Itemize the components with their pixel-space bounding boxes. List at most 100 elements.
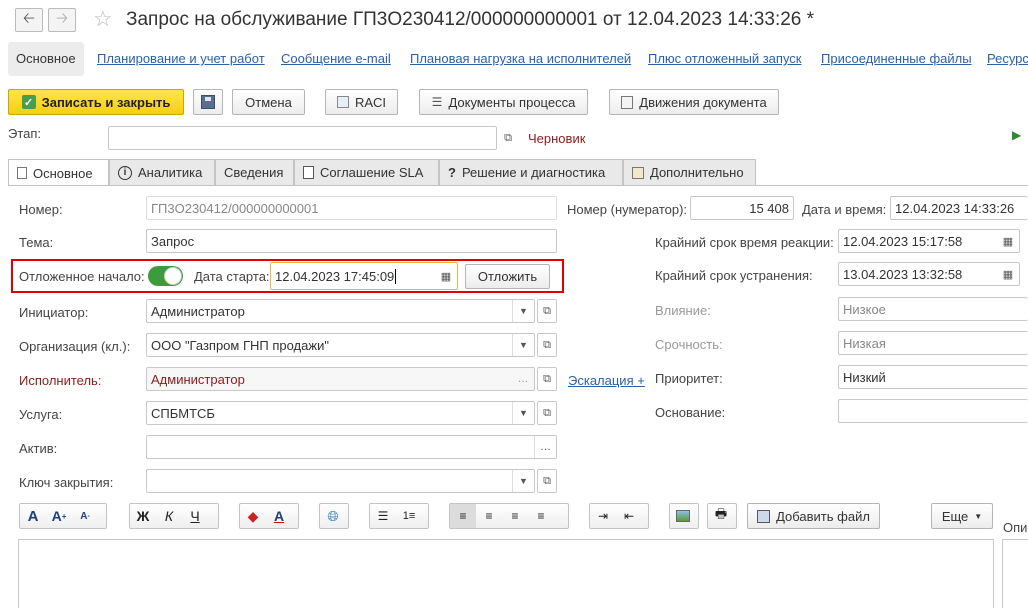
deferred-start-toggle[interactable] (148, 266, 183, 286)
defer-button[interactable]: Отложить (465, 264, 550, 289)
start-date-label: Дата старта: (194, 269, 270, 284)
font-normal-icon[interactable]: A (20, 504, 46, 528)
number-input[interactable]: ГП3О230412/000000000001 (146, 196, 557, 220)
organization-input[interactable]: ООО "Газпром ГНП продажи" ▼ (146, 333, 535, 357)
reaction-deadline-input[interactable]: 12.04.2023 15:17:58 ▦ (838, 229, 1020, 253)
resolve-deadline-input[interactable]: 13.04.2023 13:32:58 ▦ (838, 262, 1020, 286)
initiator-input[interactable]: Администратор ▼ (146, 299, 535, 323)
forward-button[interactable]: 🡢 (48, 8, 76, 32)
service-open-icon[interactable]: ⧉ (537, 401, 557, 425)
back-button[interactable]: 🡠 (15, 8, 43, 32)
align-justify-icon[interactable]: ≡ (528, 504, 554, 528)
arrow-right-icon: 🡢 (55, 9, 69, 27)
section-tab-deferred-launch[interactable]: Плюс отложенный запуск (648, 42, 802, 76)
italic-button[interactable]: К (156, 504, 182, 528)
align-right-icon[interactable]: ≡ (502, 504, 528, 528)
section-tab-attached-files[interactable]: Присоединенные файлы (821, 42, 972, 76)
section-tab-workload[interactable]: Плановая нагрузка на исполнителей (410, 42, 631, 76)
raci-icon (336, 96, 349, 108)
stage-open-icon[interactable]: ⧉ (498, 126, 518, 150)
executor-input[interactable]: Администратор … (146, 367, 535, 391)
comment-editor[interactable] (18, 539, 994, 608)
process-docs-button[interactable]: ☰ Документы процесса (419, 89, 588, 115)
stage-input[interactable] (108, 126, 497, 150)
organization-open-icon[interactable]: ⧉ (537, 333, 557, 357)
section-tab-resources[interactable]: Ресурс (987, 42, 1028, 76)
chevron-down-icon[interactable]: ▼ (512, 334, 534, 356)
numbered-list-icon[interactable]: 1≡ (396, 504, 422, 528)
checkmark-icon: ✓ (21, 95, 36, 109)
save-button[interactable] (193, 89, 223, 115)
print-button[interactable]: 🖶︎ (707, 503, 737, 529)
influence-input[interactable]: Низкое (838, 297, 1028, 321)
align-left-icon[interactable]: ≡ (450, 504, 476, 528)
start-date-input[interactable]: 12.04.2023 17:45:09 ▦ (270, 262, 458, 290)
link-button[interactable]: 🌐︎ (319, 503, 349, 529)
add-file-button[interactable]: Добавить файл (747, 503, 880, 529)
initiator-label: Инициатор: (19, 305, 89, 320)
font-increase-icon[interactable]: A + (46, 504, 72, 528)
raci-button[interactable]: RACI (325, 89, 398, 115)
font-size-group: A A + A- (19, 503, 107, 529)
calendar-icon[interactable]: ▦ (997, 230, 1019, 252)
section-tab-email[interactable]: Сообщение e-mail (281, 42, 391, 76)
section-tab-main[interactable]: Основное (8, 42, 84, 76)
color-group: ◆ A (239, 503, 299, 529)
resolve-deadline-label: Крайний срок устранения: (655, 268, 813, 283)
bullet-list-icon[interactable]: ☰ (370, 504, 396, 528)
chevron-down-icon[interactable]: ▼ (512, 300, 534, 322)
ellipsis-icon[interactable]: … (512, 368, 534, 390)
font-color-icon[interactable]: A (266, 504, 292, 528)
chevron-down-icon[interactable]: ▼ (512, 402, 534, 424)
cancel-button[interactable]: Отмена (232, 89, 305, 115)
ellipsis-icon[interactable]: … (534, 436, 556, 458)
indent-increase-icon[interactable]: ⇥ (590, 504, 616, 528)
numerator-input[interactable]: 15 408 (690, 196, 794, 220)
bold-button[interactable]: Ж (130, 504, 156, 528)
tab-info[interactable]: Сведения (215, 159, 294, 185)
basis-input[interactable] (838, 399, 1028, 423)
tab-analytics[interactable]: i Аналитика (109, 159, 215, 185)
description-field[interactable] (1002, 539, 1028, 608)
tab-main[interactable]: Основное (8, 159, 109, 186)
save-close-button[interactable]: ✓ Записать и закрыть (8, 89, 184, 115)
priority-input[interactable]: Низкий (838, 365, 1028, 389)
globe-icon: 🌐︎ (327, 507, 339, 524)
underline-button[interactable]: Ч (182, 504, 208, 528)
font-decrease-icon[interactable]: A- (72, 504, 98, 528)
stage-status: Черновик (528, 131, 586, 146)
initiator-open-icon[interactable]: ⧉ (537, 299, 557, 323)
doc-movements-button[interactable]: Движения документа (609, 89, 779, 115)
chevron-down-icon[interactable]: ▼ (512, 470, 534, 492)
play-icon[interactable]: ▶ (1012, 128, 1021, 142)
calendar-icon[interactable]: ▦ (435, 263, 457, 289)
report-icon (621, 95, 634, 109)
datetime-input[interactable]: 12.04.2023 14:33:26 (890, 196, 1028, 220)
tab-sla[interactable]: Соглашение SLA (294, 159, 439, 185)
influence-label: Влияние: (655, 303, 711, 318)
tab-solution[interactable]: ? Решение и диагностика (439, 159, 623, 185)
background-color-icon[interactable]: ◆ (240, 504, 266, 528)
organization-label: Организация (кл.): (19, 339, 131, 354)
basis-label: Основание: (655, 405, 726, 420)
asset-label: Актив: (19, 441, 58, 456)
subject-input[interactable]: Запрос (146, 229, 557, 253)
urgency-input[interactable]: Низкая (838, 331, 1028, 355)
text-style-group: Ж К Ч (129, 503, 219, 529)
escalation-link[interactable]: Эскалация + (568, 373, 645, 388)
indent-decrease-icon[interactable]: ⇤ (616, 504, 642, 528)
star-icon[interactable]: ☆ (93, 6, 113, 32)
calendar-icon[interactable]: ▦ (997, 263, 1019, 285)
section-tab-planning[interactable]: Планирование и учет работ (97, 42, 265, 76)
insert-image-button[interactable] (669, 503, 699, 529)
tab-additional[interactable]: Дополнительно (623, 159, 756, 185)
numerator-label: Номер (нумератор): (567, 202, 688, 217)
close-key-input[interactable]: ▼ (146, 469, 535, 493)
more-button[interactable]: Еще ▼ (931, 503, 993, 529)
close-key-label: Ключ закрытия: (19, 475, 114, 490)
close-key-open-icon[interactable]: ⧉ (537, 469, 557, 493)
align-center-icon[interactable]: ≡ (476, 504, 502, 528)
executor-open-icon[interactable]: ⧉ (537, 367, 557, 391)
service-input[interactable]: СПБМТСБ ▼ (146, 401, 535, 425)
asset-input[interactable]: … (146, 435, 557, 459)
